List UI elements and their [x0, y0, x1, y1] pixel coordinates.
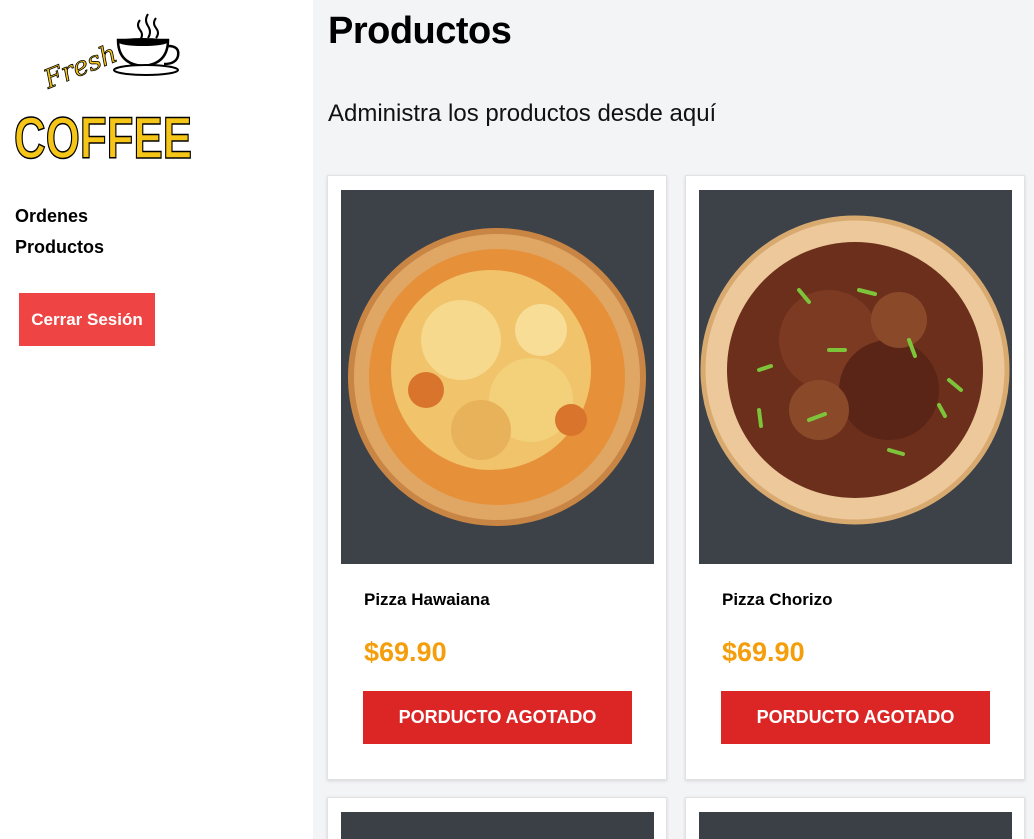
- product-name: Pizza Hawaiana: [364, 590, 490, 609]
- product-card: Pizza Chorizo $69.90 PORDUCTO AGOTADO: [685, 175, 1025, 780]
- product-image: [699, 812, 1012, 839]
- sold-out-button[interactable]: PORDUCTO AGOTADO: [363, 691, 632, 744]
- product-price: $69.90: [364, 637, 447, 667]
- page-title: Productos: [328, 10, 512, 52]
- product-image-pizza-chorizo: [699, 190, 1012, 564]
- sidebar: Fresh COFFEE Ordenes Productos Cerrar Se…: [0, 0, 313, 839]
- sold-out-button[interactable]: PORDUCTO AGOTADO: [721, 691, 990, 744]
- logo-coffee-text: COFFEE: [14, 106, 192, 164]
- logo-fresh-text: Fresh: [39, 39, 122, 96]
- product-image: [341, 812, 654, 839]
- page-subtitle: Administra los productos desde aquí: [328, 100, 717, 127]
- product-card: [327, 797, 667, 839]
- product-image-pizza-hawaiana: [341, 190, 654, 564]
- product-card: Pizza Hawaiana $69.90 PORDUCTO AGOTADO: [327, 175, 667, 780]
- product-name: Pizza Chorizo: [722, 590, 833, 609]
- sidebar-nav: Ordenes Productos: [15, 201, 104, 263]
- product-card: [685, 797, 1025, 839]
- nav-item-productos[interactable]: Productos: [15, 232, 104, 263]
- logout-button[interactable]: Cerrar Sesión: [19, 293, 155, 346]
- product-price: $69.90: [722, 637, 805, 667]
- fresh-coffee-logo[interactable]: Fresh COFFEE: [13, 12, 194, 172]
- main-content: Productos Administra los productos desde…: [313, 0, 1034, 839]
- nav-item-ordenes[interactable]: Ordenes: [15, 201, 104, 232]
